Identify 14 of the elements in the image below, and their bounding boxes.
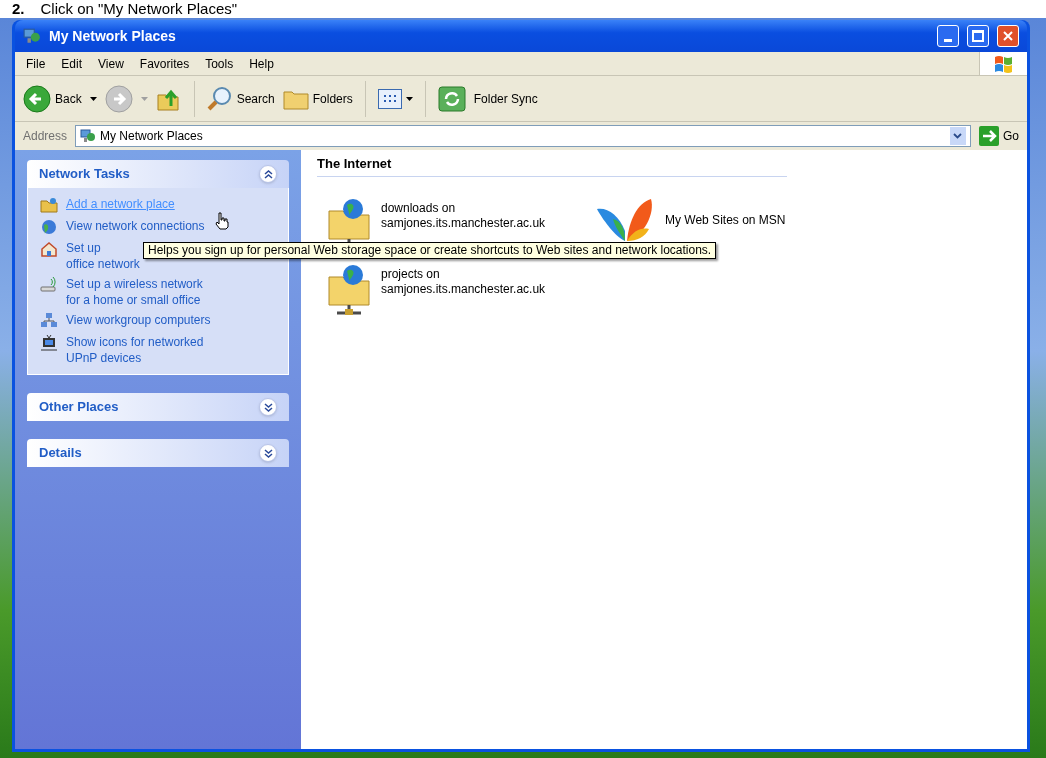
panel-title: Network Tasks bbox=[39, 165, 131, 184]
tooltip: Helps you sign up for personal Web storage space or create shortcuts to Web sites and network locations. bbox=[143, 242, 717, 259]
group-header: The Internet bbox=[317, 154, 787, 177]
item-label: projects on bbox=[381, 266, 441, 282]
step-number: 2. bbox=[12, 0, 25, 18]
item-label: samjones.its.manchester.ac.uk bbox=[381, 215, 546, 231]
item-label: downloads on bbox=[381, 200, 457, 216]
panel-title: Other Places bbox=[39, 398, 120, 417]
panel-title: Details bbox=[39, 444, 83, 463]
item-label: My Web Sites on MSN bbox=[665, 212, 786, 228]
item-label: samjones.its.manchester.ac.uk bbox=[381, 281, 546, 297]
address-label: Address bbox=[22, 128, 69, 145]
window-title: My Network Places bbox=[49, 26, 177, 46]
step-text: Click on "My Network Places" bbox=[40, 0, 238, 18]
